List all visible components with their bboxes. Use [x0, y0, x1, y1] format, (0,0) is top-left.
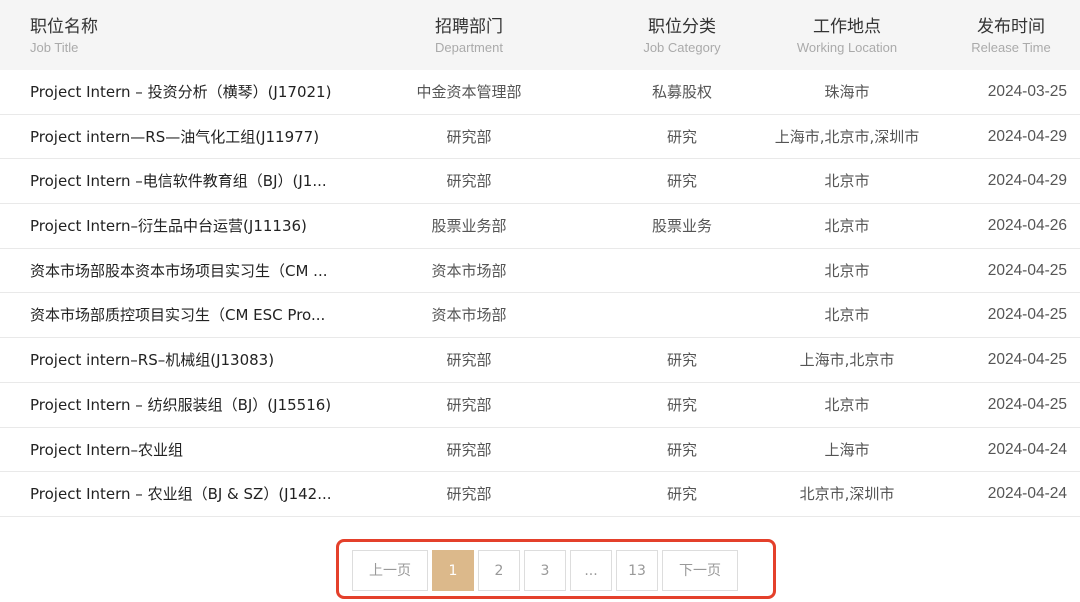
header-job-category: 职位分类 Job Category	[602, 0, 762, 70]
table-row[interactable]: Project intern—RS—油气化工组(J11977) 研究部 研究 上…	[0, 115, 1080, 160]
job-department: 资本市场部	[431, 261, 507, 280]
job-category: 股票业务	[651, 217, 712, 236]
job-release-date: 2024-03-25	[987, 83, 1067, 100]
job-location: 北京市,深圳市	[799, 485, 895, 504]
header-job-category-zh: 职位分类	[648, 17, 716, 37]
job-category: 研究	[666, 485, 697, 504]
next-page-button[interactable]: 下一页	[662, 550, 738, 591]
job-list: Project Intern – 投资分析（横琴）(J17021) 中金资本管理…	[0, 70, 1080, 517]
job-location: 北京市	[824, 172, 870, 191]
header-job-title: 职位名称 Job Title	[30, 0, 370, 70]
job-release-date: 2024-04-25	[987, 395, 1067, 413]
page-button-2[interactable]: 2	[478, 550, 520, 591]
job-department: 研究部	[446, 440, 492, 459]
header-release-time-zh: 发布时间	[977, 17, 1045, 37]
job-department: 研究部	[446, 395, 492, 414]
job-location: 上海市,北京市,深圳市	[774, 127, 920, 146]
job-department: 研究部	[446, 127, 492, 146]
job-location: 北京市	[824, 261, 870, 280]
job-department: 资本市场部	[431, 306, 507, 325]
header-job-title-zh: 职位名称	[30, 17, 98, 37]
job-location: 北京市	[824, 217, 870, 236]
job-category: 研究	[666, 351, 697, 370]
job-release-date: 2024-04-25	[987, 351, 1067, 369]
job-title-link[interactable]: Project Intern – 投资分析（横琴）(J17021)	[30, 70, 340, 114]
job-title-link[interactable]: Project Intern –电信软件教育组（BJ）(J1...	[30, 159, 340, 203]
page-button-1[interactable]: 1	[432, 550, 474, 591]
header-working-location: 工作地点 Working Location	[762, 0, 932, 70]
table-row[interactable]: Project Intern –电信软件教育组（BJ）(J1... 研究部 研究…	[0, 159, 1080, 205]
header-release-time-en: Release Time	[971, 40, 1051, 55]
job-location: 上海市	[824, 440, 870, 459]
job-category: 研究	[666, 172, 697, 191]
table-row[interactable]: Project Intern–衍生品中台运营(J11136) 股票业务部 股票业…	[0, 204, 1080, 249]
job-department: 研究部	[446, 485, 492, 504]
header-working-location-zh: 工作地点	[813, 17, 881, 37]
job-release-date: 2024-04-29	[987, 172, 1067, 190]
job-department: 中金资本管理部	[416, 83, 522, 101]
job-title-link[interactable]: Project intern—RS—油气化工组(J11977)	[30, 115, 340, 159]
header-working-location-en: Working Location	[796, 40, 898, 55]
job-title-link[interactable]: Project Intern – 农业组（BJ & SZ）(J142...	[30, 472, 340, 516]
table-row[interactable]: Project Intern – 投资分析（横琴）(J17021) 中金资本管理…	[0, 70, 1080, 115]
job-title-link[interactable]: Project intern–RS–机械组(J13083)	[30, 338, 340, 382]
table-row[interactable]: Project intern–RS–机械组(J13083) 研究部 研究 上海市…	[0, 338, 1080, 383]
header-release-time: 发布时间 Release Time	[955, 0, 1067, 70]
page-button-3[interactable]: 3	[524, 550, 566, 591]
prev-page-button[interactable]: 上一页	[352, 550, 428, 591]
job-department: 研究部	[446, 172, 492, 191]
job-category: 私募股权	[651, 83, 712, 101]
page-button-13[interactable]: 13	[616, 550, 658, 591]
table-row[interactable]: Project Intern – 农业组（BJ & SZ）(J142... 研究…	[0, 472, 1080, 517]
job-title-link[interactable]: Project Intern–农业组	[30, 428, 340, 472]
job-title-link[interactable]: Project Intern–衍生品中台运营(J11136)	[30, 204, 340, 248]
job-location: 珠海市	[824, 83, 870, 101]
job-release-date: 2024-04-25	[987, 261, 1067, 279]
job-category: 研究	[666, 440, 697, 459]
job-release-date: 2024-04-25	[987, 306, 1067, 324]
table-row[interactable]: Project Intern–农业组 研究部 研究 上海市 2024-04-24	[0, 428, 1080, 473]
job-release-date: 2024-04-26	[987, 217, 1067, 235]
job-release-date: 2024-04-24	[987, 485, 1067, 503]
job-location: 北京市	[824, 395, 870, 414]
job-title-link[interactable]: 资本市场部股本资本市场项目实习生（CM ...	[30, 249, 340, 293]
job-location: 北京市	[824, 306, 870, 325]
job-title-link[interactable]: Project Intern – 纺织服装组（BJ）(J15516)	[30, 383, 340, 427]
job-location: 上海市,北京市	[799, 351, 895, 370]
table-row[interactable]: 资本市场部质控项目实习生（CM ESC Pro... 资本市场部 北京市 202…	[0, 293, 1080, 339]
job-release-date: 2024-04-24	[987, 440, 1067, 458]
header-job-category-en: Job Category	[643, 40, 721, 55]
header-job-title-en: Job Title	[30, 40, 79, 55]
table-row[interactable]: 资本市场部股本资本市场项目实习生（CM ... 资本市场部 北京市 2024-0…	[0, 249, 1080, 294]
table-header: 职位名称 Job Title 招聘部门 Department 职位分类 Job …	[0, 0, 1080, 70]
page-ellipsis: ...	[570, 550, 612, 591]
job-category: 研究	[666, 395, 697, 414]
job-department: 股票业务部	[431, 217, 507, 236]
header-department: 招聘部门 Department	[380, 0, 558, 70]
job-category: 研究	[666, 127, 697, 146]
header-department-en: Department	[435, 40, 503, 55]
job-category	[602, 293, 762, 337]
job-title-link[interactable]: 资本市场部质控项目实习生（CM ESC Pro...	[30, 293, 340, 337]
table-row[interactable]: Project Intern – 纺织服装组（BJ）(J15516) 研究部 研…	[0, 383, 1080, 428]
job-category	[602, 249, 762, 293]
job-department: 研究部	[446, 351, 492, 370]
header-department-zh: 招聘部门	[435, 17, 503, 37]
job-release-date: 2024-04-29	[987, 127, 1067, 145]
